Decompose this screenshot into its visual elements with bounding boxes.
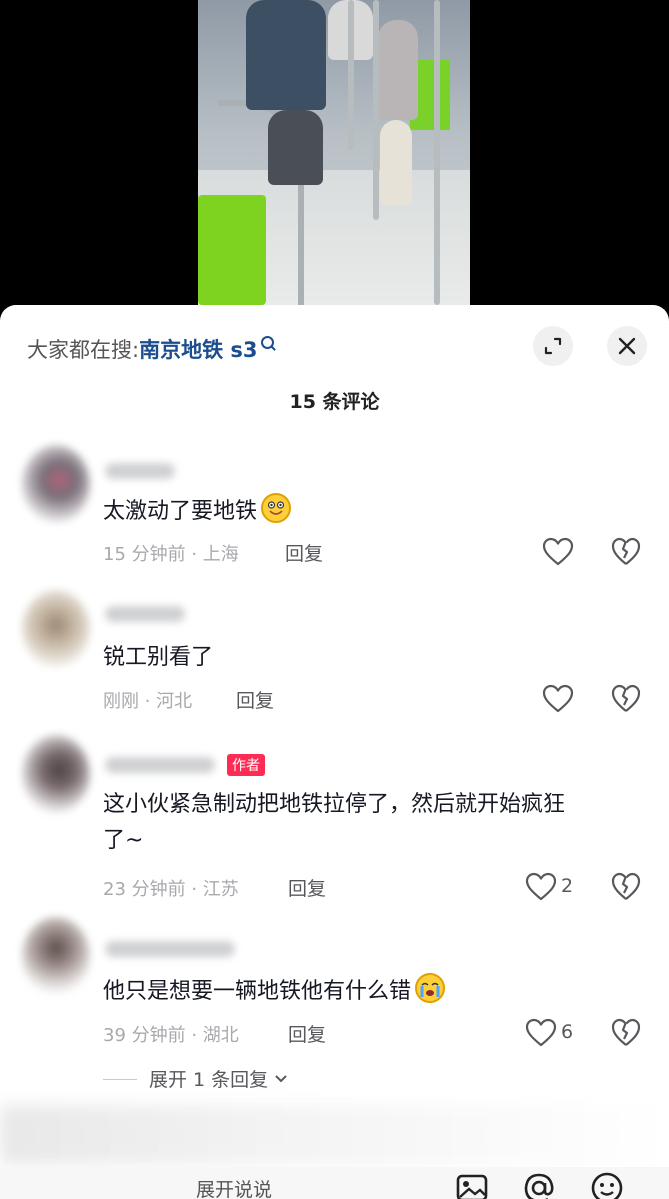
like-icon[interactable] xyxy=(542,684,574,714)
comment-text: 这小伙紧急制动把地铁拉停了，然后就开始疯狂 了~ xyxy=(103,787,643,859)
close-button[interactable] xyxy=(607,326,647,366)
mention-icon[interactable] xyxy=(522,1171,556,1199)
username[interactable] xyxy=(105,757,215,773)
expand-button[interactable] xyxy=(533,326,573,366)
expand-replies-label: 展开 1 条回复 xyxy=(149,1069,269,1091)
video-pole xyxy=(348,0,354,150)
like-icon[interactable] xyxy=(525,872,557,902)
divider-line xyxy=(103,1079,137,1080)
like-count: 2 xyxy=(561,875,574,897)
video-frame xyxy=(198,0,470,305)
like-count: 6 xyxy=(561,1021,574,1043)
comment-input-bar[interactable] xyxy=(0,1167,669,1199)
blurred-comment xyxy=(0,1105,669,1165)
hot-search-term[interactable]: 南京地铁 s3 xyxy=(139,338,257,362)
username[interactable] xyxy=(105,941,235,957)
video-pole xyxy=(434,0,440,305)
video-person xyxy=(246,0,326,110)
expand-icon xyxy=(544,337,562,355)
comment-input[interactable]: 展开说说 xyxy=(196,1175,272,1199)
comment-text-line: 了~ xyxy=(103,828,144,853)
hot-search[interactable]: 大家都在搜:南京地铁 s3 xyxy=(27,334,274,364)
reply-button[interactable]: 回复 xyxy=(288,1020,326,1047)
comment-sheet: 大家都在搜:南京地铁 s3 15 条评论 太激动了要地铁 15 分钟前 · 上海… xyxy=(0,305,669,1199)
reply-button[interactable]: 回复 xyxy=(285,539,323,566)
like-icon[interactable] xyxy=(525,1018,557,1048)
reply-button[interactable]: 回复 xyxy=(288,874,326,901)
close-icon xyxy=(618,337,636,355)
dislike-icon[interactable] xyxy=(611,1018,641,1048)
comment-meta: 23 分钟前 · 江苏 xyxy=(103,879,239,900)
comment-text: 他只是想要一辆地铁他有什么错 xyxy=(103,973,643,1010)
video-player[interactable] xyxy=(0,0,669,320)
avatar[interactable] xyxy=(22,917,90,995)
dislike-icon[interactable] xyxy=(611,537,641,567)
username[interactable] xyxy=(105,463,175,479)
comment-meta: 39 分钟前 · 湖北 xyxy=(103,1025,239,1046)
dislike-icon[interactable] xyxy=(611,872,641,902)
video-person xyxy=(378,20,418,120)
comment-text-body: 太激动了要地铁 xyxy=(103,499,258,524)
comment-text-line: 这小伙紧急制动把地铁拉停了，然后就开始疯狂 xyxy=(103,792,566,817)
crying-emoji xyxy=(415,973,446,1003)
comment-meta: 刚刚 · 河北 xyxy=(103,691,193,712)
like-icon[interactable] xyxy=(542,537,574,567)
comment-text-body: 他只是想要一辆地铁他有什么错 xyxy=(103,979,412,1004)
author-badge: 作者 xyxy=(227,754,265,776)
emoji-icon[interactable] xyxy=(590,1171,624,1199)
image-icon[interactable] xyxy=(455,1171,489,1199)
avatar[interactable] xyxy=(22,445,90,523)
video-pole xyxy=(373,0,379,220)
smile-emoji xyxy=(261,493,292,523)
video-person xyxy=(268,110,323,185)
username[interactable] xyxy=(105,606,185,622)
chevron-down-icon xyxy=(275,1075,287,1083)
search-icon xyxy=(260,336,274,349)
comment-meta: 15 分钟前 · 上海 xyxy=(103,544,239,565)
comment-count: 15 条评论 xyxy=(289,391,380,413)
hot-search-label: 大家都在搜: xyxy=(27,338,140,362)
avatar[interactable] xyxy=(22,590,90,668)
comment-text: 太激动了要地铁 xyxy=(103,493,643,530)
dislike-icon[interactable] xyxy=(611,684,641,714)
comment-text: 锐工别看了 xyxy=(103,645,214,670)
reply-button[interactable]: 回复 xyxy=(236,686,274,713)
avatar[interactable] xyxy=(22,735,90,813)
video-person xyxy=(380,120,412,205)
expand-replies-button[interactable]: 展开 1 条回复 xyxy=(103,1065,288,1092)
